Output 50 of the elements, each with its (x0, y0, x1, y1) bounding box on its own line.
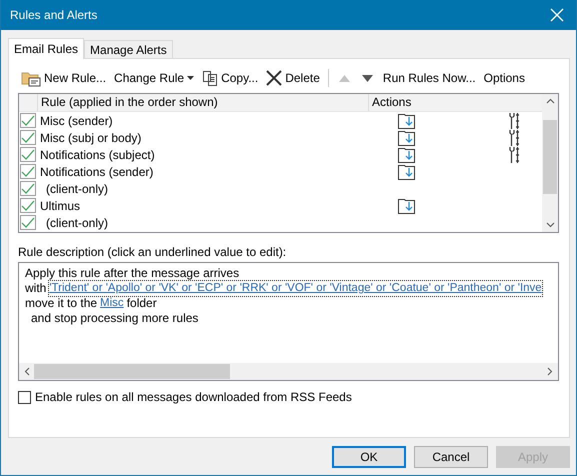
checkbox[interactable] (20, 215, 36, 230)
description-text: Apply this rule after the message arrives (25, 266, 240, 281)
scroll-right-icon[interactable] (547, 367, 553, 376)
column-header[interactable]: Actions (369, 94, 542, 111)
horizontal-scrollbar[interactable] (19, 363, 558, 380)
folder-icon (21, 70, 41, 86)
toolbar-button[interactable]: New Rule... (18, 67, 110, 89)
rule-name[interactable]: Misc (subj or body) (36, 130, 359, 144)
tab[interactable]: Email Rules (8, 38, 84, 59)
vertical-scrollbar[interactable] (542, 94, 558, 232)
dialog-button[interactable]: OK (332, 446, 406, 468)
value-link[interactable]: Misc (100, 296, 124, 311)
checkbox[interactable] (20, 164, 36, 179)
checkbox[interactable] (20, 130, 36, 145)
toolbar-button[interactable]: Options (480, 67, 528, 89)
toolbar-button[interactable]: Delete (263, 67, 323, 89)
rule-name[interactable]: Ultimus (36, 198, 359, 212)
scroll-up-icon[interactable] (546, 98, 554, 104)
description-text: with (25, 281, 46, 296)
column-header[interactable]: Rule (applied in the order shown) (38, 94, 369, 111)
copy-icon (202, 70, 218, 86)
triangle-up-icon (338, 74, 350, 82)
description-text: and stop processing more rules (30, 311, 198, 326)
description-text: folder (126, 296, 157, 311)
close-icon[interactable] (550, 8, 564, 22)
scroll-down-icon[interactable] (546, 222, 554, 228)
checkbox[interactable] (20, 113, 36, 128)
rule-name[interactable]: (client-only) (36, 216, 359, 230)
toolbar-button[interactable]: Change Rule (111, 67, 198, 89)
rule-name[interactable]: Notifications (subject) (36, 148, 359, 162)
delete-icon (266, 70, 282, 86)
caret-icon (187, 76, 194, 80)
tab[interactable]: Manage Alerts (84, 40, 173, 58)
toolbar-button[interactable]: Run Rules Now... (380, 67, 479, 89)
rule-name[interactable]: Notifications (sender) (36, 164, 359, 178)
checkbox[interactable] (18, 390, 31, 404)
checkbox[interactable] (20, 147, 36, 162)
description-label: Rule description (click an underlined value to edit): (18, 245, 288, 260)
checkbox[interactable] (20, 181, 36, 196)
dialog-button[interactable]: Cancel (414, 446, 488, 468)
value-link[interactable]: 'Trident' or 'Apollo' or 'VK' or 'ECP' or 'RRK' or 'VOF' or 'Vintage' or 'Coatue' or 'Pantheon' or 'Inve (49, 281, 542, 296)
checkbox-label[interactable]: Enable rules on all messages downloaded from RSS Feeds (35, 390, 352, 404)
checkbox[interactable] (20, 198, 36, 213)
toolbar-button[interactable]: Copy... (199, 67, 262, 89)
description-text: move it to the (25, 296, 98, 311)
window-title: Rules and Alerts (10, 8, 98, 22)
triangle-down-icon (362, 74, 373, 82)
rule-name[interactable]: Misc (sender) (36, 114, 359, 128)
scroll-left-icon[interactable] (24, 367, 30, 376)
rule-name[interactable]: (client-only) (36, 182, 359, 196)
